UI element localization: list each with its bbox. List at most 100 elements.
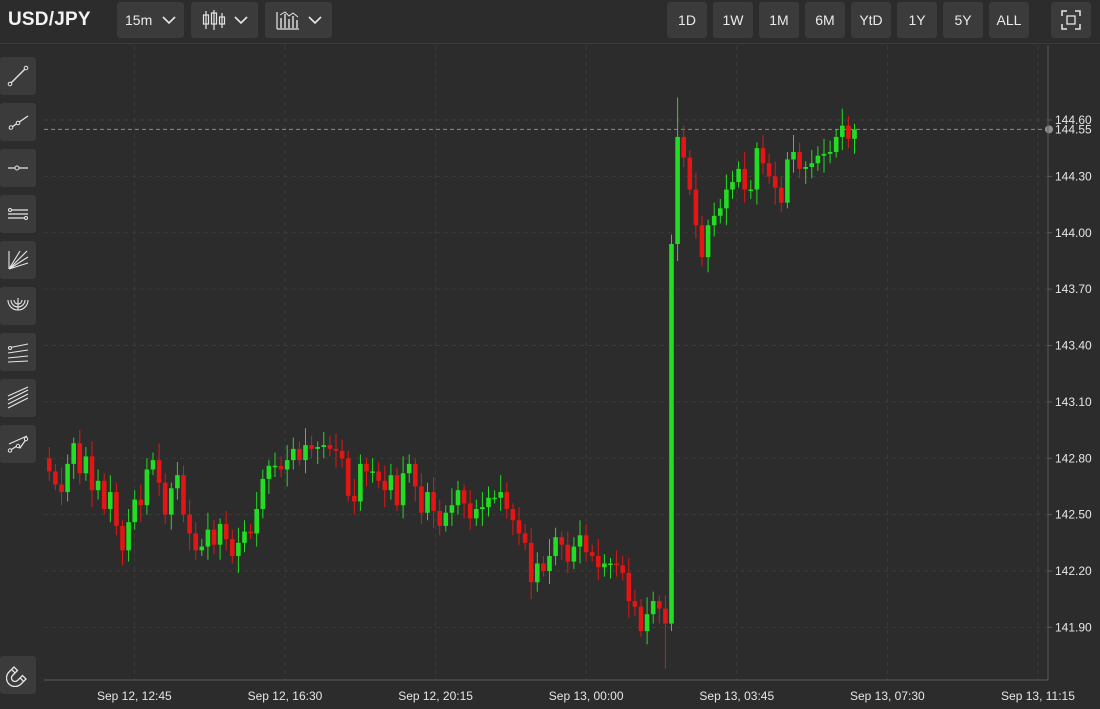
candle-body — [47, 458, 52, 472]
range-button-ytd[interactable]: YtD — [851, 2, 891, 38]
pitchfork-icon — [6, 386, 30, 410]
candle-body — [498, 492, 503, 498]
candle — [303, 428, 308, 474]
tool-pitchfork[interactable] — [0, 379, 36, 417]
tool-trend-line[interactable] — [0, 57, 36, 95]
x-tick-label: Sep 13, 00:00 — [549, 689, 624, 703]
candle-body — [650, 601, 656, 615]
x-tick-label: Sep 12, 16:30 — [248, 689, 323, 703]
fan-icon — [6, 248, 30, 272]
tool-magnet[interactable] — [0, 656, 36, 694]
range-button-1m[interactable]: 1M — [759, 2, 799, 38]
candle-body — [803, 166, 808, 169]
candle-body — [730, 182, 735, 190]
range-button-all[interactable]: ALL — [989, 2, 1029, 38]
candle-body — [71, 443, 76, 464]
candle — [193, 522, 198, 560]
chart-panel[interactable]: 141.90 142.20 142.50 142.80 143.10 143.40 143.… — [44, 46, 1100, 709]
candle-body — [657, 601, 662, 609]
interval-dropdown[interactable]: 15m — [117, 2, 184, 38]
top-toolbar: USD/JPY 15m 1D 1W 1M 6M YtD 1Y 5Y ALL — [0, 0, 1100, 44]
y-tick-label: 143.70 — [1055, 282, 1092, 296]
candle-body — [425, 492, 430, 513]
candle-body — [681, 136, 686, 158]
candle — [535, 552, 540, 592]
candle — [266, 460, 272, 494]
candle-body — [211, 529, 217, 545]
chart-type-dropdown[interactable] — [191, 2, 258, 38]
candle — [455, 480, 461, 515]
candle-body — [736, 168, 741, 183]
candle-body — [181, 475, 186, 515]
candle — [791, 135, 796, 173]
candle — [83, 446, 89, 481]
last-price-marker — [1045, 125, 1053, 134]
candle-body — [748, 189, 754, 192]
candle-body — [230, 539, 235, 556]
candle-body — [108, 492, 113, 509]
candle — [748, 180, 754, 199]
range-button-1w[interactable]: 1W — [713, 2, 753, 38]
interval-label: 15m — [125, 12, 153, 28]
tool-fan[interactable] — [0, 241, 36, 279]
candle-body — [779, 187, 784, 203]
candle — [77, 430, 83, 485]
candle-body — [772, 176, 778, 188]
candle — [846, 116, 851, 149]
candle-body — [413, 463, 418, 487]
candle-body — [156, 460, 162, 483]
candle — [498, 475, 503, 511]
candle — [144, 458, 150, 515]
candle — [693, 172, 699, 239]
candle-body — [272, 465, 278, 468]
candle — [321, 431, 327, 459]
tool-ray[interactable] — [0, 103, 36, 141]
candle-body — [370, 471, 375, 473]
candle-body — [437, 510, 442, 526]
range-button-1d[interactable]: 1D — [667, 2, 707, 38]
candle — [101, 473, 107, 515]
path-icon — [6, 432, 30, 456]
candle — [602, 554, 607, 577]
fullscreen-icon — [1061, 10, 1081, 30]
candle-body — [785, 159, 790, 203]
candle — [577, 520, 583, 564]
candles-layer — [47, 97, 857, 669]
y-tick-label: 144.00 — [1055, 226, 1092, 240]
candle — [779, 176, 784, 213]
candle-body — [687, 157, 693, 190]
fullscreen-button[interactable] — [1051, 2, 1091, 38]
range-button-1y[interactable]: 1Y — [897, 2, 937, 38]
candle — [766, 153, 772, 184]
candle — [223, 510, 229, 551]
candle — [797, 142, 802, 179]
chevron-down-icon — [233, 15, 248, 25]
fib-retracement-icon — [6, 340, 30, 364]
tool-path[interactable] — [0, 425, 36, 463]
bar-chart-icon — [275, 10, 300, 30]
range-button-6m[interactable]: 6M — [805, 2, 845, 38]
tool-fib-retracement[interactable] — [0, 333, 36, 371]
candle-body — [303, 445, 308, 461]
candle-body — [559, 537, 564, 545]
candle-body — [596, 555, 601, 568]
range-button-5y[interactable]: 5Y — [943, 2, 983, 38]
candle — [437, 499, 442, 536]
tool-arc[interactable] — [0, 287, 36, 325]
candle-body — [638, 606, 644, 632]
tool-horizontal-ray[interactable] — [0, 149, 36, 187]
candle-body — [699, 225, 705, 258]
tool-parallel-channel[interactable] — [0, 195, 36, 233]
candle-body — [291, 448, 296, 461]
candle-body — [297, 448, 302, 461]
candle-body — [77, 443, 83, 474]
candle — [608, 557, 613, 579]
candle-body — [101, 480, 107, 509]
candle-body — [284, 460, 290, 470]
candle — [382, 465, 388, 508]
indicators-dropdown[interactable] — [265, 2, 332, 38]
candle-body — [345, 458, 351, 496]
candle — [510, 503, 516, 536]
candlestick-chart[interactable]: 141.90 142.20 142.50 142.80 143.10 143.40 143.… — [44, 46, 1100, 709]
candle — [327, 435, 333, 457]
